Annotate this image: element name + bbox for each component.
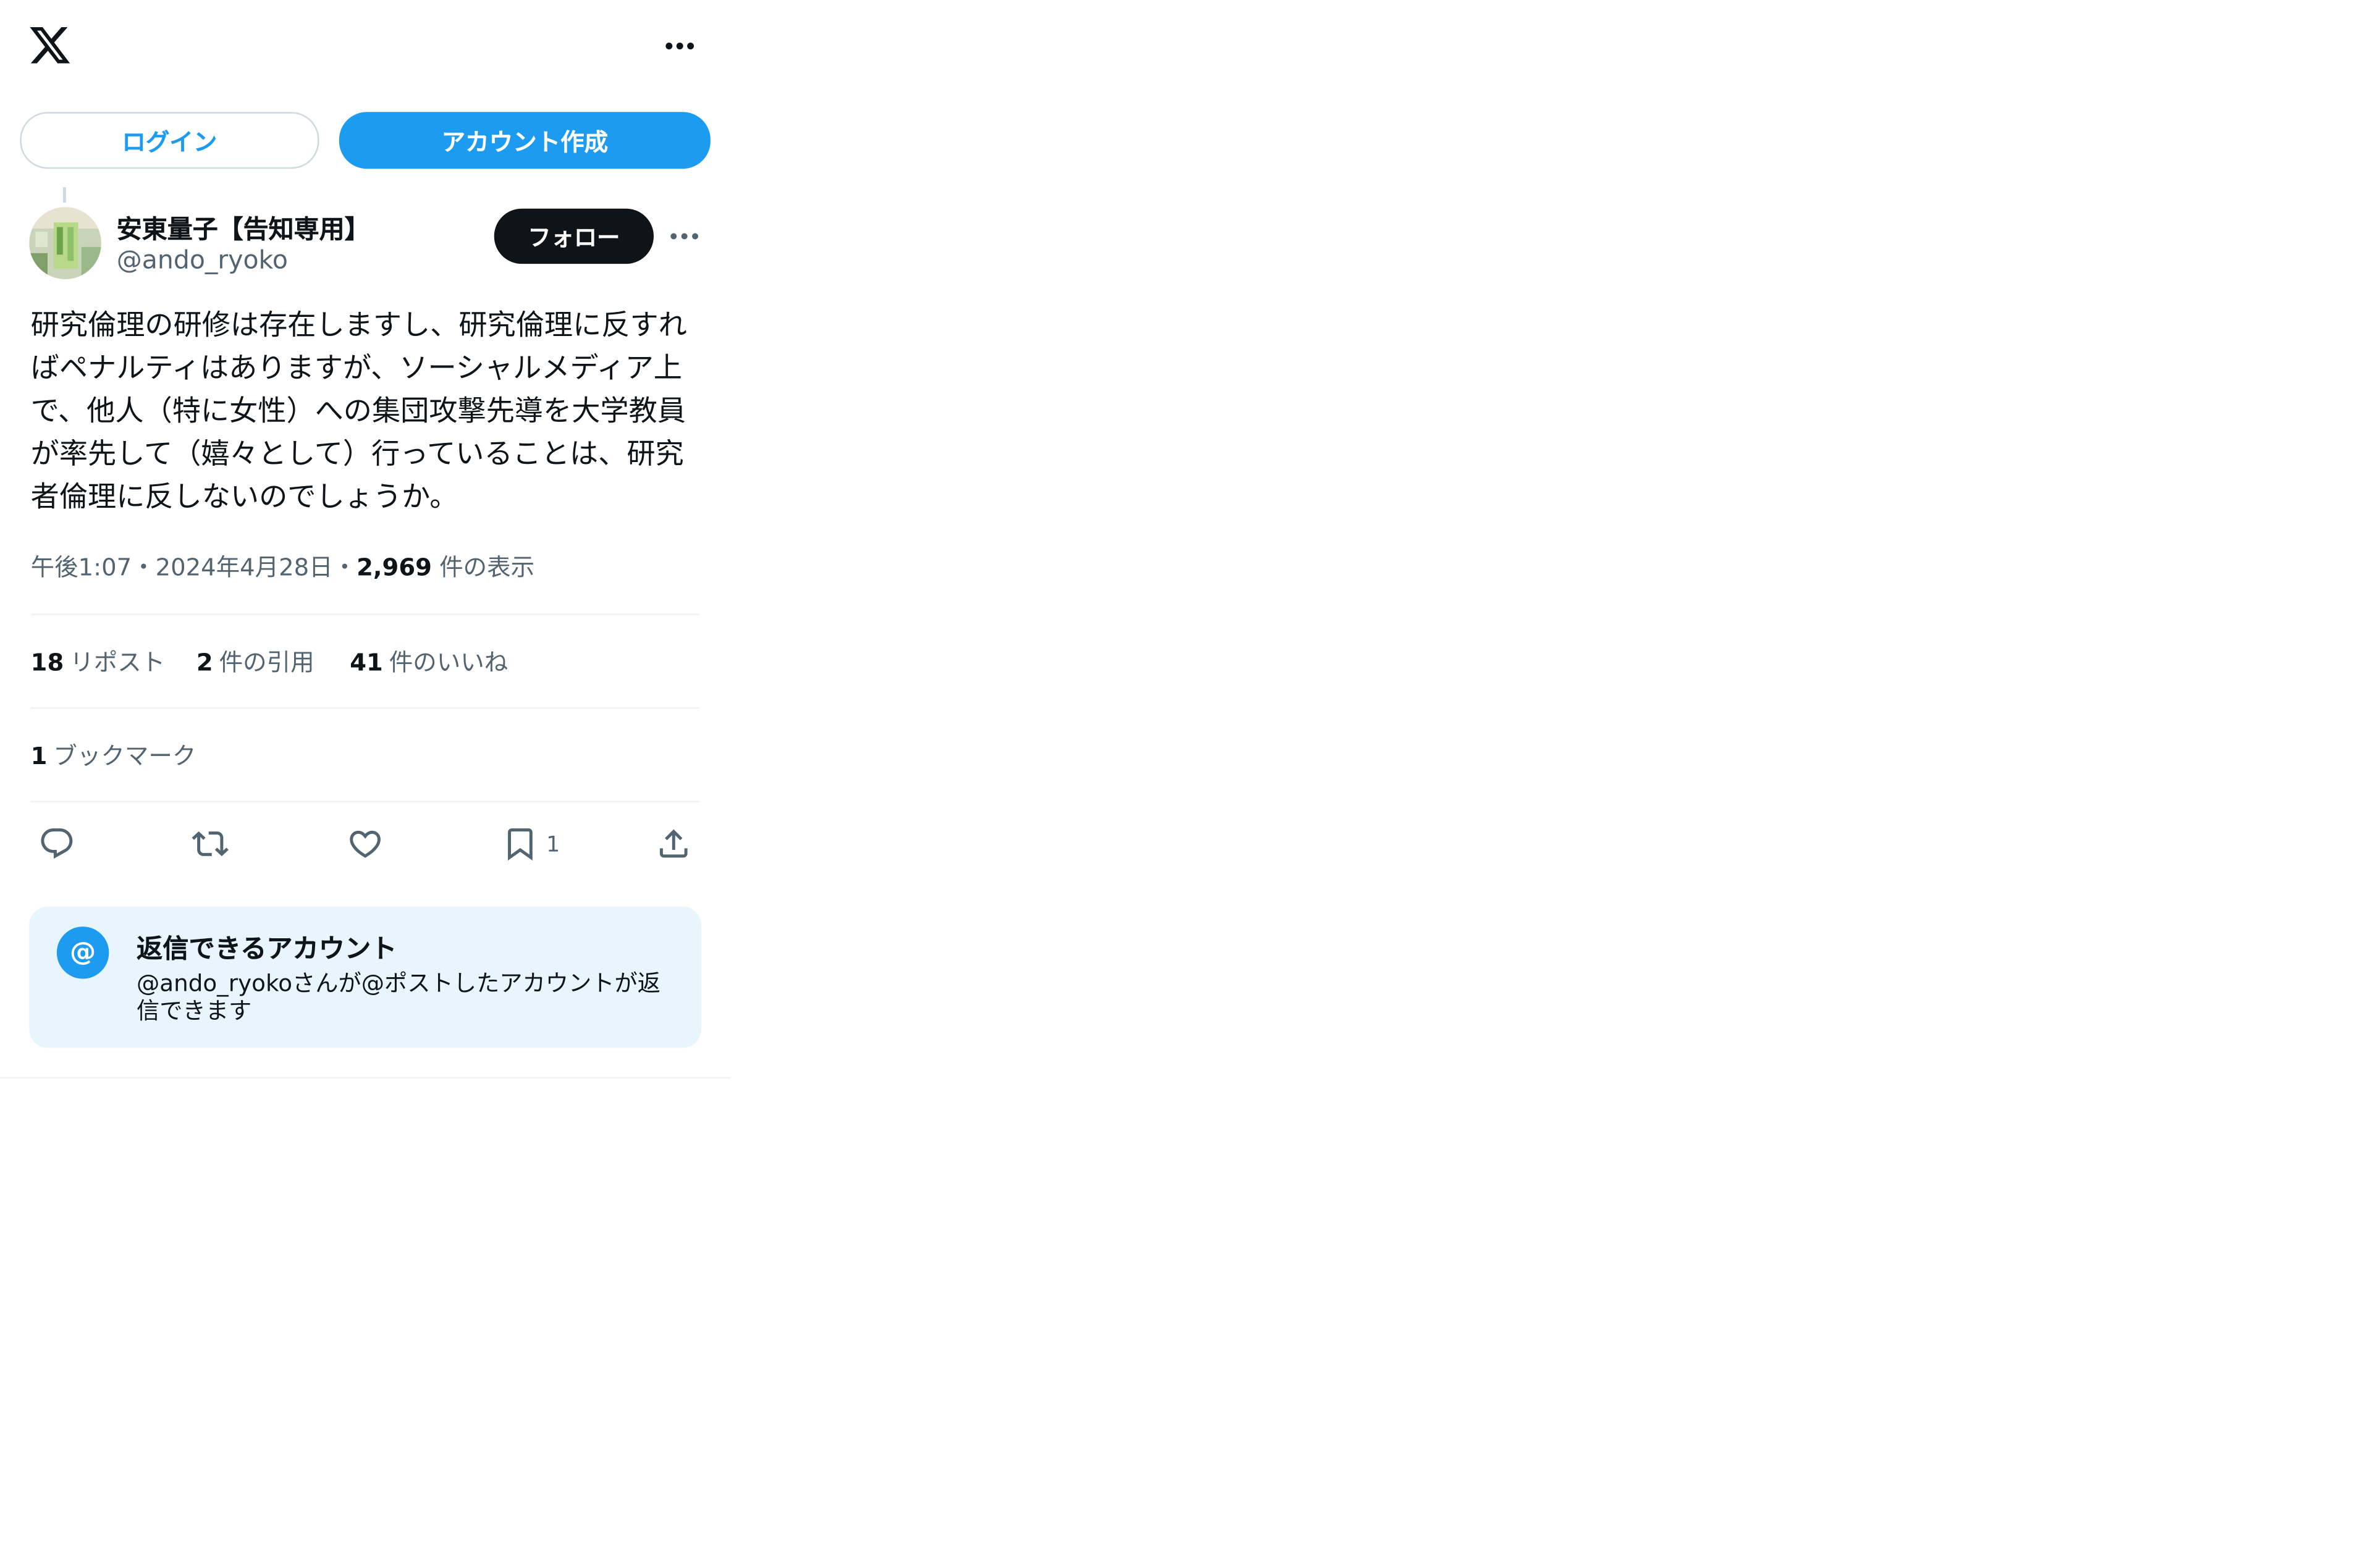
views-label: 件の表示 [431,553,535,582]
meta-separator: ・ [132,553,156,582]
meta-separator: ・ [332,553,357,582]
share-button[interactable] [651,821,697,867]
tweet-meta: 午後1:07・2024年4月28日・2,969 件の表示 [31,549,534,583]
like-button[interactable] [342,821,389,867]
reposts-stat[interactable]: 18 リポスト [31,644,166,678]
follow-button[interactable]: フォロー [494,208,654,264]
likes-count: 41 [350,649,383,677]
tweet-column: ログイン アカウント作成 安東量子【告知専用】 @ando_ryoko フォロー [0,0,731,1078]
login-button[interactable]: ログイン [20,112,319,169]
divider [30,613,700,615]
author-handle[interactable]: @ando_ryoko [117,245,288,274]
likes-label: 件のいいね [389,649,508,677]
avatar-image [29,207,101,280]
thread-line [62,187,66,203]
reposts-label: リポスト [70,649,166,677]
bookmark-count: 1 [546,833,560,858]
reposts-count: 18 [30,649,64,677]
reply-restriction-title: 返信できるアカウント [137,934,397,965]
create-account-button[interactable]: アカウント作成 [339,112,711,169]
bookmark-icon [508,828,533,861]
x-logo-icon[interactable] [28,23,72,67]
divider [30,801,700,802]
bookmarks-count: 1 [30,742,48,770]
more-horizontal-icon[interactable] [660,31,700,62]
tweet-text: 研究倫理の研修は存在しますし、研究倫理に反すればペナルティはありますが、ソーシャ… [30,309,687,515]
like-icon [350,830,381,858]
repost-icon [192,831,229,857]
at-sign-icon: @ [56,927,109,979]
more-horizontal-icon[interactable] [666,221,703,252]
reply-button[interactable] [34,821,80,867]
quotes-count: 2 [196,649,213,677]
bookmark-button[interactable] [497,821,544,867]
reply-restriction-box: @ 返信できるアカウント @ando_ryokoさんが@ポストしたアカウントが返… [29,906,702,1048]
bookmarks-stat[interactable]: 1 ブックマーク [31,738,196,772]
share-icon [659,829,688,858]
author-display-name[interactable]: 安東量子【告知専用】 [117,209,370,246]
reply-icon [41,828,73,859]
quotes-label: 件の引用 [219,649,314,677]
bookmarks-label: ブックマーク [53,742,196,770]
tweet-time[interactable]: 午後1:07 [31,554,132,582]
reply-restriction-description: @ando_ryokoさんが@ポストしたアカウントが返信できます [137,969,661,1025]
repost-button[interactable] [187,821,234,867]
avatar[interactable] [29,207,101,280]
quotes-stat[interactable]: 2 件の引用 [196,644,314,678]
views-count: 2,969 [357,553,432,582]
tweet-date[interactable]: 2024年4月28日 [156,554,333,582]
likes-stat[interactable]: 41 件のいいね [350,644,508,678]
divider [30,707,700,709]
